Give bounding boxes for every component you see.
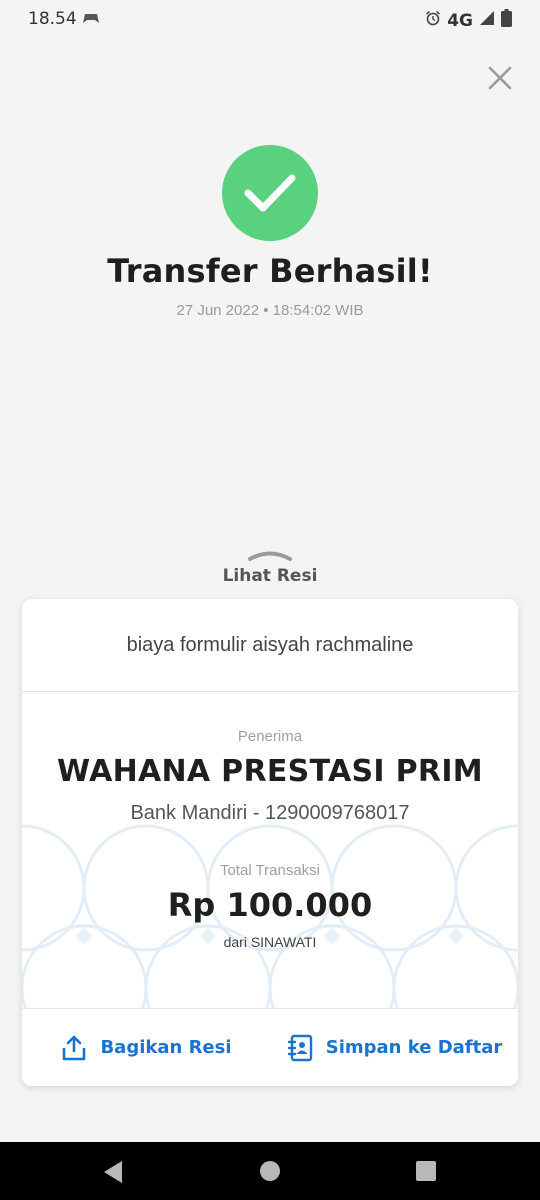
share-receipt-label: Bagikan Resi bbox=[100, 1037, 232, 1058]
share-receipt-button[interactable]: Bagikan Resi bbox=[22, 1009, 270, 1086]
receipt-card: biaya formulir aisyah rachmaline Penerim… bbox=[22, 599, 518, 1086]
save-to-list-label: Simpan ke Daftar bbox=[325, 1037, 503, 1058]
battery-icon bbox=[501, 9, 512, 32]
network-type: 4G bbox=[447, 10, 473, 31]
success-check-badge bbox=[222, 145, 318, 241]
total-label: Total Transaksi bbox=[219, 862, 321, 879]
recents-icon[interactable] bbox=[416, 1161, 436, 1181]
receipt-actions: Bagikan Resi Simpan ke Daftar bbox=[22, 1008, 518, 1086]
gamepad-icon bbox=[83, 11, 99, 30]
signal-icon bbox=[479, 10, 495, 31]
transfer-note: biaya formulir aisyah rachmaline bbox=[22, 599, 518, 692]
status-bar: 18.54 4G bbox=[0, 0, 540, 38]
receipt-details: Penerima WAHANA PRESTASI PRIM Bank Mandi… bbox=[22, 692, 518, 1008]
transaction-datetime: 27 Jun 2022 • 18:54:02 WIB bbox=[176, 302, 364, 319]
status-time: 18.54 bbox=[28, 9, 77, 29]
chevron-up-icon bbox=[248, 551, 292, 561]
recipient-bank-account: Bank Mandiri - 1290009768017 bbox=[130, 802, 410, 824]
recipient-label: Penerima bbox=[237, 728, 303, 745]
back-icon[interactable] bbox=[102, 1160, 124, 1189]
close-icon[interactable] bbox=[486, 64, 514, 92]
recipient-name: WAHANA PRESTASI PRIM bbox=[57, 754, 483, 789]
system-navigation-bar bbox=[0, 1142, 540, 1200]
view-receipt-label: Lihat Resi bbox=[222, 566, 318, 586]
share-icon bbox=[63, 1035, 86, 1060]
source-account: dari SINAWATI bbox=[223, 934, 317, 950]
checkmark-icon bbox=[244, 174, 296, 212]
view-receipt-toggle[interactable]: Lihat Resi bbox=[0, 548, 540, 586]
save-to-list-button[interactable]: Simpan ke Daftar bbox=[270, 1009, 518, 1086]
page-title: Transfer Berhasil! bbox=[107, 252, 433, 290]
status-indicators: 4G bbox=[425, 9, 512, 32]
contact-book-icon bbox=[287, 1034, 312, 1061]
alarm-icon bbox=[425, 10, 441, 31]
home-icon[interactable] bbox=[260, 1161, 280, 1181]
transaction-amount: Rp 100.000 bbox=[167, 886, 373, 924]
